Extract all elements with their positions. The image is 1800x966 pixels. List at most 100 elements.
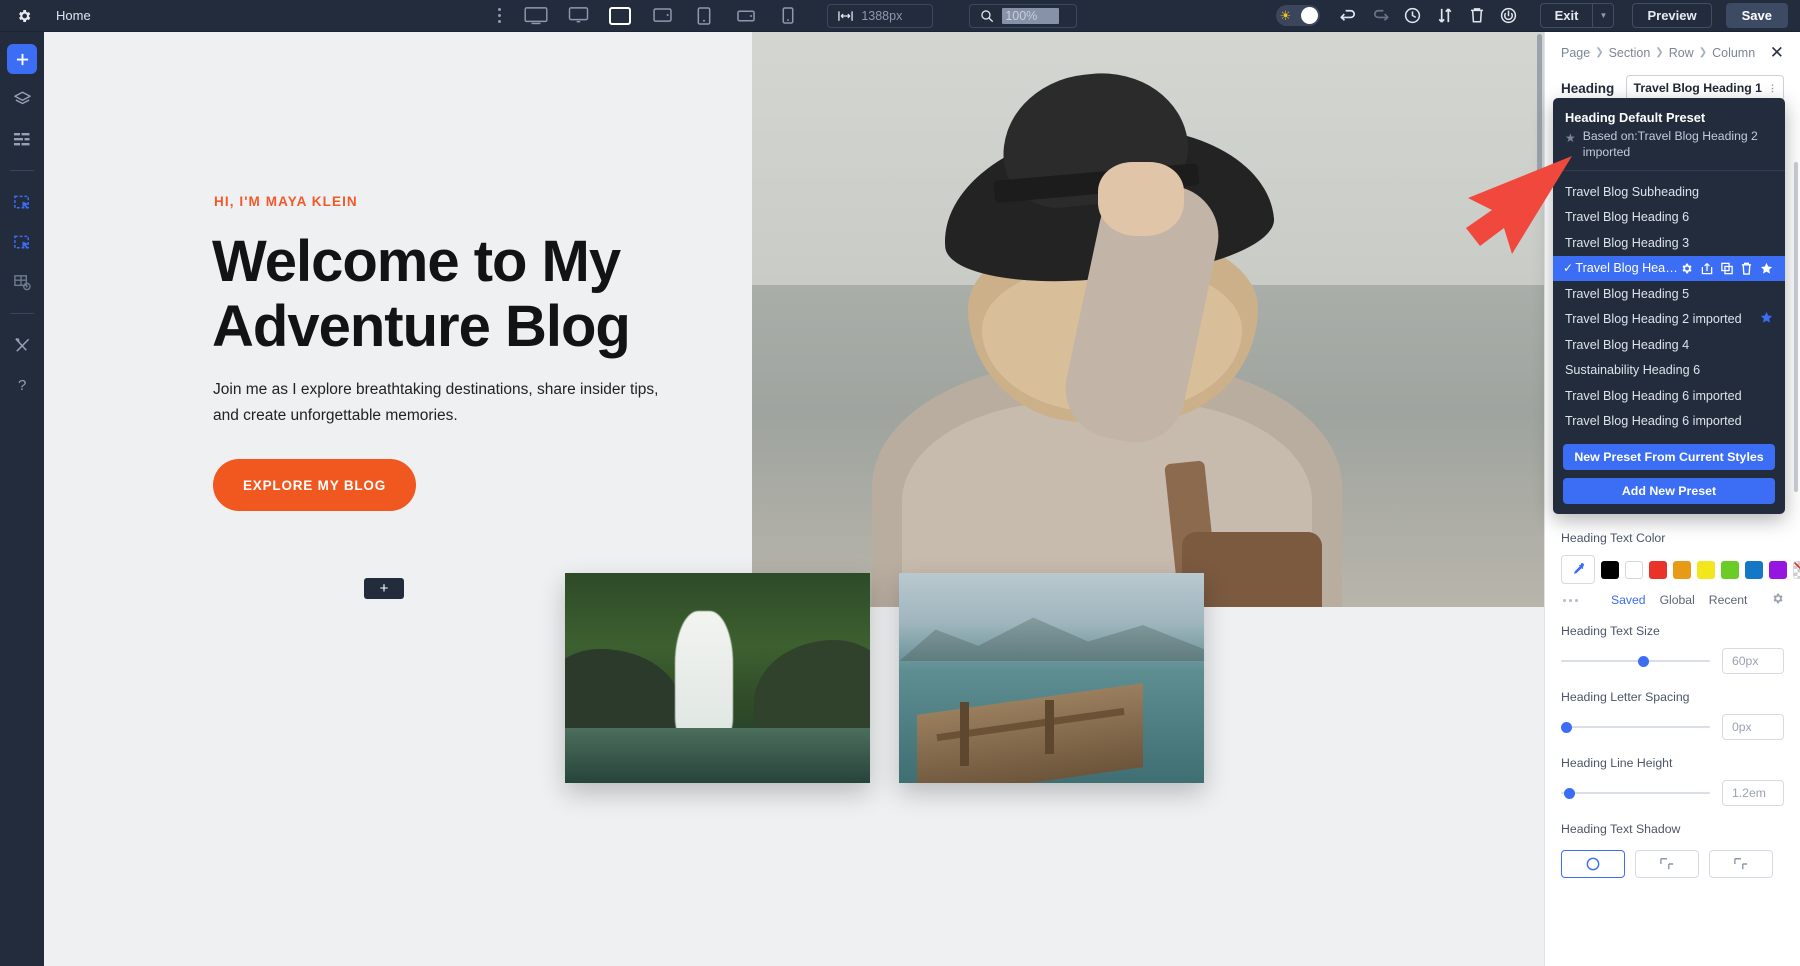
breadcrumb-column[interactable]: Column — [1712, 46, 1755, 60]
sort-icon[interactable] — [1430, 3, 1460, 29]
heading-line-height-slider[interactable] — [1561, 786, 1710, 800]
heading-letter-spacing-input[interactable]: 0px — [1722, 714, 1784, 740]
check-icon: ✓ — [1563, 261, 1575, 275]
dropdown-item[interactable]: Travel Blog Heading 3 — [1553, 230, 1785, 256]
device-desktop-button[interactable] — [561, 3, 595, 29]
sidebar-item-templates[interactable] — [7, 227, 37, 257]
swatch-transparent[interactable] — [1793, 561, 1800, 579]
gear-icon[interactable] — [1680, 262, 1693, 275]
dropdown-item[interactable]: Travel Blog Heading 2 imported — [1553, 307, 1785, 333]
export-icon[interactable] — [1701, 262, 1713, 275]
swatch-yellow[interactable] — [1697, 561, 1715, 579]
save-button[interactable]: Save — [1726, 3, 1788, 28]
theme-toggle[interactable]: ☀ — [1276, 5, 1320, 26]
dropdown-item[interactable]: Travel Blog Heading 6 imported — [1553, 409, 1785, 435]
device-tablet-landscape-button[interactable] — [645, 3, 679, 29]
sidebar-item-help[interactable]: ? — [7, 370, 37, 400]
tab-global[interactable]: Global — [1660, 593, 1695, 607]
text-shadow-large-option[interactable] — [1709, 850, 1773, 878]
page-title[interactable]: Home — [56, 8, 91, 23]
device-mobile-portrait-button[interactable] — [771, 3, 805, 29]
slider-knob[interactable] — [1638, 656, 1649, 667]
add-new-preset-button[interactable]: Add New Preset — [1563, 478, 1775, 504]
hero-photo — [752, 32, 1544, 607]
tab-recent[interactable]: Recent — [1709, 593, 1748, 607]
waterfall-image[interactable] — [565, 573, 870, 783]
hero-portrait-image[interactable] — [752, 32, 1544, 607]
add-row-button[interactable]: + — [364, 578, 404, 599]
heading-letter-spacing-slider[interactable] — [1561, 720, 1710, 734]
tab-saved[interactable]: Saved — [1611, 593, 1646, 607]
sidebar-item-add-element[interactable] — [7, 44, 37, 74]
star-icon[interactable] — [1760, 311, 1773, 327]
redo-icon[interactable] — [1366, 3, 1396, 29]
star-icon[interactable] — [1760, 262, 1773, 275]
heading-line-height-input[interactable]: 1.2em — [1722, 780, 1784, 806]
preview-button[interactable]: Preview — [1632, 3, 1711, 28]
zoom-input[interactable]: 100% — [969, 4, 1077, 28]
dropdown-header: Heading Default Preset ★ Based on:Travel… — [1553, 106, 1785, 171]
gear-icon[interactable] — [1771, 592, 1784, 608]
device-desktop-large-button[interactable] — [519, 3, 553, 29]
dropdown-item[interactable]: Travel Blog Heading 5 — [1553, 281, 1785, 307]
power-icon[interactable] — [1494, 3, 1524, 29]
device-tablet-portrait-button[interactable] — [687, 3, 721, 29]
exit-dropdown-caret-icon[interactable]: ▼ — [1592, 3, 1614, 28]
swatch-green[interactable] — [1721, 561, 1739, 579]
panel-scrollbar[interactable] — [1794, 162, 1798, 492]
dropdown-item[interactable]: Travel Blog Heading 6 imported — [1553, 383, 1785, 409]
hero-heading[interactable]: Welcome to My Adventure Blog — [212, 230, 732, 360]
hero-eyebrow[interactable]: HI, I'M MAYA KLEIN — [214, 194, 358, 209]
list-icon — [13, 130, 31, 148]
sidebar-item-block-settings[interactable] — [7, 267, 37, 297]
heading-text-shadow-label: Heading Text Shadow — [1561, 822, 1784, 836]
more-options-icon[interactable] — [498, 8, 511, 23]
breadcrumb-page[interactable]: Page — [1561, 46, 1590, 60]
gear-icon[interactable] — [14, 6, 34, 26]
sidebar-item-global-blocks[interactable] — [7, 187, 37, 217]
trash-icon[interactable] — [1462, 3, 1492, 29]
sidebar-item-list[interactable] — [7, 124, 37, 154]
sidebar-item-layers[interactable] — [7, 84, 37, 114]
swatch-white[interactable] — [1625, 561, 1643, 579]
hero-paragraph[interactable]: Join me as I explore breathtaking destin… — [213, 377, 683, 429]
dropdown-item[interactable]: Travel Blog Heading 6 — [1553, 205, 1785, 231]
explore-blog-button[interactable]: EXPLORE MY BLOG — [213, 459, 416, 511]
device-laptop-button[interactable] — [603, 3, 637, 29]
duplicate-icon[interactable] — [1721, 262, 1733, 275]
dropdown-item[interactable]: Sustainability Heading 6 — [1553, 358, 1785, 384]
new-preset-from-current-styles-button[interactable]: New Preset From Current Styles — [1563, 444, 1775, 470]
dropdown-item[interactable]: Travel Blog Subheading — [1553, 179, 1785, 205]
dropdown-item[interactable]: Travel Blog Heading 4 — [1553, 332, 1785, 358]
swatch-red[interactable] — [1649, 561, 1667, 579]
viewport-width-input[interactable]: 1388px — [827, 4, 933, 28]
heading-text-size-input[interactable]: 60px — [1722, 648, 1784, 674]
close-icon[interactable]: ✕ — [1770, 44, 1784, 61]
text-shadow-none-option[interactable] — [1561, 850, 1625, 878]
dropdown-item-selected[interactable]: ✓ Travel Blog Headi... — [1553, 256, 1785, 282]
undo-icon[interactable] — [1334, 3, 1364, 29]
swatch-purple[interactable] — [1769, 561, 1787, 579]
exit-button[interactable]: Exit — [1540, 3, 1593, 28]
question-icon: ? — [13, 376, 31, 394]
slider-knob[interactable] — [1561, 722, 1572, 733]
device-mobile-landscape-button[interactable] — [729, 3, 763, 29]
slider-knob[interactable] — [1564, 788, 1575, 799]
eyedropper-icon[interactable] — [1561, 555, 1595, 584]
heading-text-size-slider[interactable] — [1561, 654, 1710, 668]
swatch-blue[interactable] — [1745, 561, 1763, 579]
sidebar-item-tools[interactable] — [7, 330, 37, 360]
breadcrumb-section[interactable]: Section — [1609, 46, 1651, 60]
text-shadow-small-option[interactable] — [1635, 850, 1699, 878]
heading-text-shadow-options — [1561, 846, 1784, 878]
page-canvas[interactable]: HI, I'M MAYA KLEIN Welcome to My Adventu… — [44, 32, 1544, 966]
swatch-black[interactable] — [1601, 561, 1619, 579]
preset-dropdown[interactable]: Heading Default Preset ★ Based on:Travel… — [1553, 98, 1785, 514]
more-colors-icon[interactable] — [1563, 599, 1597, 602]
canvas-scrollbar[interactable] — [1537, 34, 1542, 174]
swatch-orange[interactable] — [1673, 561, 1691, 579]
breadcrumb-row[interactable]: Row — [1669, 46, 1694, 60]
lake-dock-image[interactable] — [899, 573, 1204, 783]
clock-icon[interactable] — [1398, 3, 1428, 29]
trash-icon[interactable] — [1741, 262, 1752, 275]
